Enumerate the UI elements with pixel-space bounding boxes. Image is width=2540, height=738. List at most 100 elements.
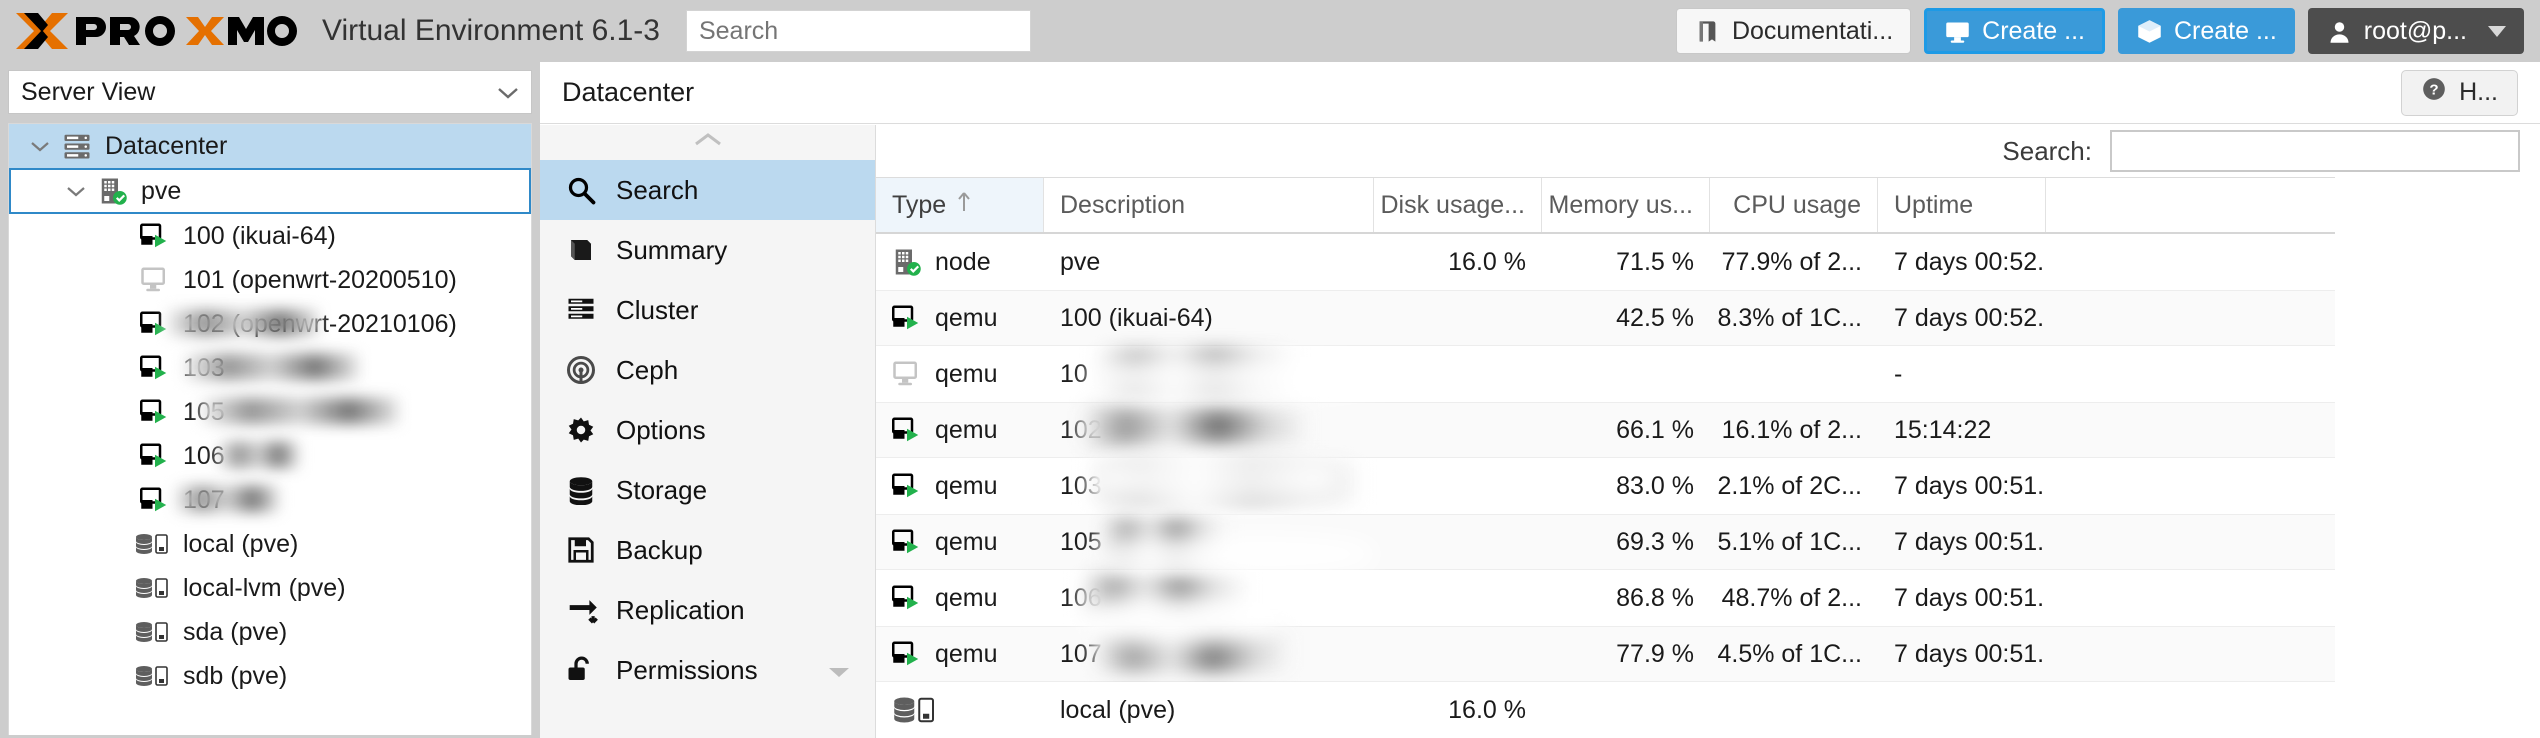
qemu-running-icon bbox=[135, 485, 175, 515]
cell-cpu: 5.1% of 1C... bbox=[1710, 514, 1878, 570]
cell-text: 106 bbox=[1060, 583, 1102, 612]
menu-item-storage[interactable]: Storage bbox=[540, 460, 875, 520]
documentation-button[interactable]: Documentati... bbox=[1675, 8, 1912, 54]
table-row[interactable]: qemu 107 77.9 % 4.5% of 1C... 7 days 00:51..… bbox=[876, 626, 2335, 682]
menu-item-summary[interactable]: Summary bbox=[540, 220, 875, 280]
menu-item-ceph[interactable]: Ceph bbox=[540, 340, 875, 400]
menu-item-replication[interactable]: Replication bbox=[540, 580, 875, 640]
cell-text: 7 days 00:52... bbox=[1894, 303, 2046, 332]
column-header-description[interactable]: Description bbox=[1044, 178, 1374, 232]
content-panel: Datacenter ? H... Search Summary Cluster Ce… bbox=[540, 62, 2540, 738]
menu-item-label: Ceph bbox=[616, 354, 679, 385]
tree-item-datacenter[interactable]: Datacenter bbox=[9, 124, 531, 168]
user-menu-button[interactable]: root@p... bbox=[2307, 8, 2524, 54]
cell-disk: 16.0 % bbox=[1374, 682, 1542, 738]
tree-item-100[interactable]: 100 (ikuai-64) bbox=[9, 214, 531, 258]
table-search-bar: Search: bbox=[876, 125, 2540, 177]
cell-uptime: 7 days 00:51... bbox=[1878, 626, 2046, 682]
menu-item-label: Cluster bbox=[616, 294, 699, 325]
header-actions: Documentati... Create ... Create ... roo… bbox=[1675, 8, 2524, 54]
column-header-memoryus[interactable]: Memory us... bbox=[1542, 178, 1710, 232]
cell-cpu: 8.3% of 1C... bbox=[1710, 290, 1878, 346]
column-header-cpuusage[interactable]: CPU usage bbox=[1710, 178, 1878, 232]
table-search-input[interactable] bbox=[2110, 130, 2520, 172]
cell-filler bbox=[2046, 570, 2335, 626]
table-row[interactable]: qemu 102 66.1 % 16.1% of 2... 15:14:22 bbox=[876, 402, 2335, 458]
column-header-type[interactable]: Type bbox=[876, 178, 1044, 232]
global-search-input[interactable] bbox=[685, 10, 1031, 52]
table-row[interactable]: node pve 16.0 % 71.5 % 77.9% of 2... 7 days 0… bbox=[876, 234, 2335, 290]
tree-item-pve[interactable]: pve bbox=[9, 168, 531, 214]
menu-item-label: Storage bbox=[616, 474, 708, 505]
create-ct-button[interactable]: Create ... bbox=[2117, 8, 2295, 54]
table-row[interactable]: qemu 103 83.0 % 2.1% of 2C... 7 days 00:51..… bbox=[876, 458, 2335, 514]
column-header-label: Uptime bbox=[1894, 190, 1974, 219]
menu-item-options[interactable]: Options bbox=[540, 400, 875, 460]
sort-ascending-icon bbox=[956, 190, 972, 221]
help-button[interactable]: ? H... bbox=[2401, 69, 2518, 116]
help-label: H... bbox=[2459, 78, 2498, 106]
table-row[interactable]: local (pve) 16.0 % bbox=[876, 682, 2335, 738]
column-header-diskusage[interactable]: Disk usage... bbox=[1374, 178, 1542, 232]
tree-item-105[interactable]: 105 bbox=[9, 390, 531, 434]
cell-filler bbox=[2046, 234, 2335, 290]
cell-text: 48.7% of 2... bbox=[1721, 583, 1862, 612]
svg-text:?: ? bbox=[2429, 81, 2438, 98]
cell-type: qemu bbox=[876, 290, 1044, 346]
menu-item-backup[interactable]: Backup bbox=[540, 520, 875, 580]
menu-item-permissions[interactable]: Permissions bbox=[540, 640, 875, 700]
menu-scroll-up-button[interactable] bbox=[540, 125, 875, 160]
tree-item-103[interactable]: 103 bbox=[9, 346, 531, 390]
cell-text: qemu bbox=[935, 415, 998, 444]
proxmox-logo[interactable] bbox=[14, 0, 304, 62]
tree-item-sdb[interactable]: sdb (pve) bbox=[9, 654, 531, 698]
cell-text: - bbox=[1894, 359, 1903, 388]
expand-arrow-icon[interactable] bbox=[827, 655, 851, 686]
cell-text: 7 days 00:51... bbox=[1894, 471, 2046, 500]
column-header-label: CPU usage bbox=[1733, 190, 1861, 219]
qemu-running-icon bbox=[892, 415, 922, 445]
cell-description: pve bbox=[1044, 234, 1374, 290]
cell-description: 107 bbox=[1044, 626, 1374, 682]
breadcrumb[interactable]: Datacenter bbox=[562, 77, 694, 108]
menu-item-cluster[interactable]: Cluster bbox=[540, 280, 875, 340]
table-row[interactable]: qemu 100 (ikuai-64) 42.5 % 8.3% of 1C... 7 d… bbox=[876, 290, 2335, 346]
tree-item-local-lvm[interactable]: local-lvm (pve) bbox=[9, 566, 531, 610]
chevron-down-icon[interactable] bbox=[59, 185, 93, 198]
cell-text: node bbox=[935, 247, 991, 276]
cell-disk bbox=[1374, 458, 1542, 514]
column-header-uptime[interactable]: Uptime bbox=[1878, 178, 2046, 232]
cell-text: qemu bbox=[935, 471, 998, 500]
qemu-running-icon bbox=[892, 471, 922, 501]
table-row[interactable]: qemu 10 - bbox=[876, 346, 2335, 402]
cell-description: 105 bbox=[1044, 514, 1374, 570]
resource-tree[interactable]: Datacenter pve 100 (ikuai-64) 101 (openwrt-… bbox=[8, 123, 532, 735]
tree-item-107[interactable]: 107 bbox=[9, 478, 531, 522]
create-ct-label: Create ... bbox=[2173, 16, 2277, 45]
cell-disk bbox=[1374, 626, 1542, 682]
view-selector[interactable]: Server View bbox=[8, 70, 532, 114]
cell-text: 107 bbox=[1060, 639, 1102, 668]
tree-item-local[interactable]: local (pve) bbox=[9, 522, 531, 566]
storage-icon bbox=[892, 695, 944, 725]
chevron-down-icon[interactable] bbox=[23, 140, 57, 153]
cell-text: 77.9% of 2... bbox=[1721, 247, 1862, 276]
server-stack-icon bbox=[566, 295, 612, 325]
cell-text: qemu bbox=[935, 583, 998, 612]
cell-text: pve bbox=[1060, 247, 1101, 276]
create-vm-button[interactable]: Create ... bbox=[1924, 8, 2105, 54]
tree-item-101[interactable]: 101 (openwrt-20200510) bbox=[9, 258, 531, 302]
qemu-running-icon bbox=[135, 397, 175, 427]
table-row[interactable]: qemu 105 69.3 % 5.1% of 1C... 7 days 00:51..… bbox=[876, 514, 2335, 570]
cell-type: qemu bbox=[876, 346, 1044, 402]
tree-item-106[interactable]: 106 bbox=[9, 434, 531, 478]
user-label: root@p... bbox=[2363, 16, 2467, 45]
table-row[interactable]: qemu 106 86.8 % 48.7% of 2... 7 days 00:51..… bbox=[876, 570, 2335, 626]
menu-item-search[interactable]: Search bbox=[540, 160, 875, 220]
tree-item-102[interactable]: 102 (openwrt-20210106) bbox=[9, 302, 531, 346]
column-header-label: Description bbox=[1060, 190, 1186, 219]
datacenter-icon bbox=[57, 131, 97, 161]
grid-body: node pve 16.0 % 71.5 % 77.9% of 2... 7 days 0… bbox=[876, 234, 2335, 738]
datacenter-menu: Search Summary Cluster Ceph Options Storage Ba… bbox=[540, 125, 876, 738]
tree-item-sda[interactable]: sda (pve) bbox=[9, 610, 531, 654]
